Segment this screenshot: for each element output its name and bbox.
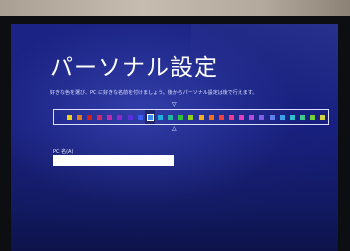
color-swatch[interactable] [125, 110, 135, 124]
color-swatch-chip [168, 114, 174, 120]
color-swatch-chip [208, 114, 214, 120]
color-swatch-chip [76, 114, 82, 120]
color-swatch[interactable] [277, 110, 287, 124]
color-swatch-chip [299, 114, 305, 120]
color-swatch[interactable] [257, 110, 267, 124]
color-swatch[interactable] [297, 110, 307, 124]
color-swatch[interactable] [74, 110, 84, 124]
color-swatch-chip [320, 114, 326, 120]
color-swatch[interactable] [54, 110, 64, 124]
color-swatch-chip [146, 113, 154, 121]
color-swatch[interactable] [216, 110, 226, 124]
color-palette-slider[interactable] [53, 109, 329, 125]
color-swatch[interactable] [135, 110, 145, 124]
color-swatch-chip [279, 114, 285, 120]
pc-name-label: PC 名(A) [53, 149, 74, 155]
color-swatch[interactable] [267, 110, 277, 124]
setup-screen: パーソナル設定 好きな色を選び、PC に好きな名前を付けましょう。後からパーソナ… [11, 24, 338, 251]
pc-name-input[interactable] [53, 155, 174, 166]
color-swatch[interactable] [318, 110, 328, 124]
color-swatch[interactable] [95, 110, 105, 124]
color-swatch[interactable] [226, 110, 236, 124]
page-description: 好きな色を選び、PC に好きな名前を付けましょう。後からパーソナル設定は後で行え… [50, 90, 258, 96]
page-title: パーソナル設定 [50, 55, 218, 81]
color-swatch[interactable] [145, 110, 156, 124]
color-swatch-chip [269, 114, 275, 120]
color-swatch-chip [178, 114, 184, 120]
color-swatch[interactable] [155, 110, 165, 124]
color-swatch[interactable] [186, 110, 196, 124]
color-swatch[interactable] [247, 110, 257, 124]
color-swatch-chip [249, 114, 255, 120]
color-swatch[interactable] [115, 110, 125, 124]
color-swatch[interactable] [64, 110, 74, 124]
selection-marker-bottom-icon: △ [172, 125, 177, 132]
color-swatch-chip [127, 114, 133, 120]
color-swatch-chip [107, 114, 113, 120]
color-swatch[interactable] [308, 110, 318, 124]
color-swatch[interactable] [237, 110, 247, 124]
color-swatch-chip [218, 114, 224, 120]
color-swatch[interactable] [176, 110, 186, 124]
color-swatch[interactable] [105, 110, 115, 124]
color-swatch-chip [228, 114, 234, 120]
color-swatch[interactable] [196, 110, 206, 124]
color-swatch-chip [259, 114, 265, 120]
color-swatch-chip [66, 114, 72, 120]
color-swatch-chip [198, 114, 204, 120]
color-swatch-chip [289, 114, 295, 120]
color-swatch-chip [157, 114, 163, 120]
color-swatch[interactable] [166, 110, 176, 124]
color-swatch-chip [86, 114, 92, 120]
color-swatch-chip [56, 114, 62, 120]
color-swatch-chip [137, 114, 143, 120]
color-swatch[interactable] [287, 110, 297, 124]
selection-marker-top-icon: ▽ [172, 101, 177, 108]
color-swatch-chip [117, 114, 123, 120]
color-swatch-chip [188, 114, 194, 120]
color-swatch[interactable] [206, 110, 216, 124]
color-swatch-chip [97, 114, 103, 120]
color-swatch-chip [310, 114, 316, 120]
color-swatch[interactable] [84, 110, 94, 124]
color-swatch-chip [239, 114, 245, 120]
